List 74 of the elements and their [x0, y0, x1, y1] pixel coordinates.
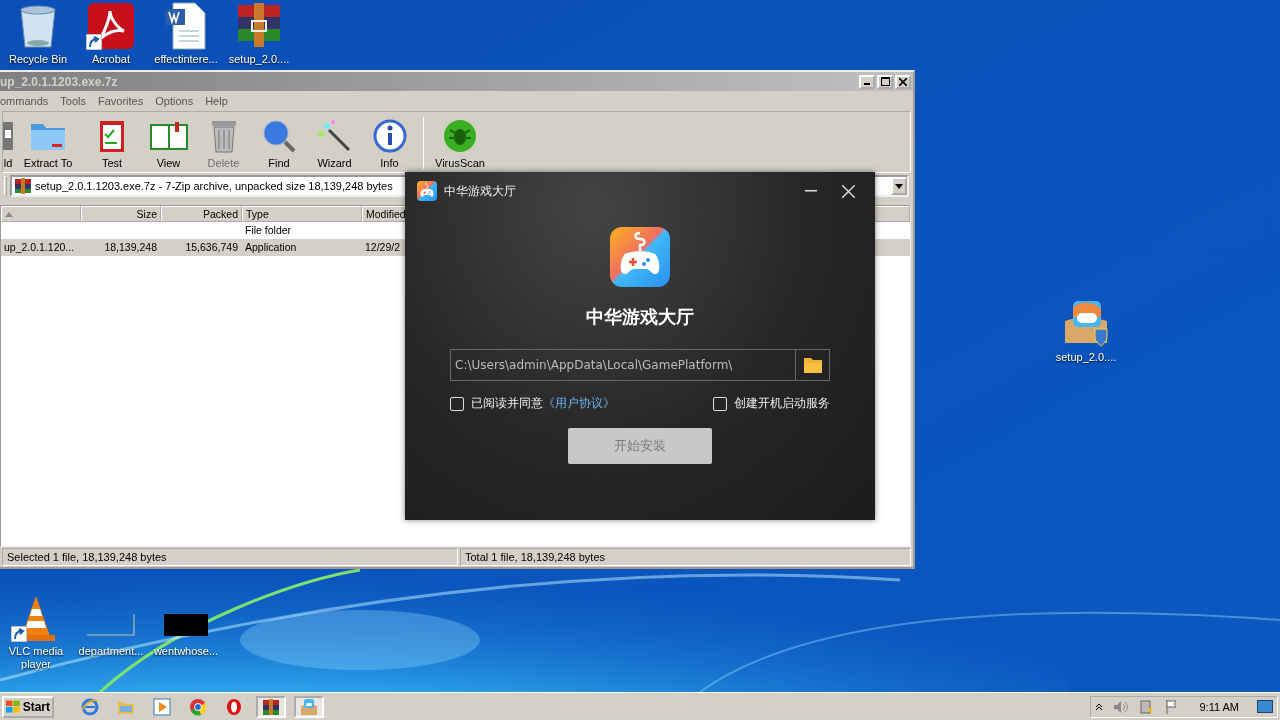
- play-icon: [153, 697, 171, 716]
- maximize-button[interactable]: [877, 74, 893, 89]
- chevron-up-icon: [1095, 702, 1104, 711]
- install-path-field[interactable]: C:\Users\admin\AppData\Local\GamePlatform\: [450, 349, 795, 381]
- column-header[interactable]: Packed: [161, 206, 242, 222]
- chrome-icon: [189, 697, 207, 716]
- menu-item[interactable]: Options: [155, 95, 201, 107]
- toolbar-button[interactable]: VirusScan: [430, 118, 490, 169]
- checkbox[interactable]: [713, 396, 727, 411]
- gamepad-icon: [417, 181, 437, 201]
- sort-arrow-icon: [5, 211, 13, 217]
- maximize-icon: [880, 77, 890, 86]
- desktop-icon-label[interactable]: effectintere...: [154, 53, 218, 66]
- gamepad-logo-icon: [610, 227, 670, 287]
- status-text: Total 1 file, 18,139,248 bytes: [460, 548, 911, 566]
- desktop-icon-label[interactable]: wentwhose...: [153, 645, 219, 658]
- toolbar-button[interactable]: View: [141, 118, 196, 169]
- menu-item[interactable]: Favorites: [98, 95, 151, 107]
- close-icon: [841, 184, 855, 198]
- pdf-icon: [86, 1, 136, 51]
- dialog-title: 中华游戏大厅: [444, 182, 517, 200]
- minimize-icon: [864, 82, 870, 85]
- menu-item[interactable]: Help: [205, 95, 235, 107]
- caret-icon: [895, 183, 903, 189]
- windows-logo-icon: [6, 699, 21, 714]
- menu-item[interactable]: ommands: [0, 95, 56, 107]
- toolbar-button[interactable]: Test: [83, 118, 141, 169]
- table-cell-text: Application: [244, 240, 298, 255]
- network-icon: [1139, 698, 1156, 715]
- app-name: 中华游戏大厅: [586, 305, 694, 329]
- agreement-link[interactable]: 《用户协议》: [543, 396, 615, 410]
- clock: 9:11 AM: [1199, 700, 1239, 713]
- agree-label: 已阅读并同意《用户协议》: [471, 395, 615, 412]
- table-cell-text: 12/29/2: [364, 240, 402, 255]
- opera-icon: [225, 697, 243, 716]
- browser-e-icon: [81, 697, 99, 716]
- autostart-label: 创建开机启动服务: [734, 395, 830, 412]
- folder-icon: [803, 357, 822, 373]
- menu-item[interactable]: Tools: [60, 95, 93, 107]
- archive-icon: [262, 697, 280, 716]
- archive-icon: [15, 178, 31, 194]
- toolbar-button[interactable]: ld: [3, 118, 13, 169]
- minimize-button[interactable]: [859, 74, 875, 89]
- desktop-icon-label[interactable]: Acrobat: [92, 53, 130, 66]
- installer-icon: [300, 697, 318, 716]
- toolbar-button[interactable]: Info: [362, 118, 417, 169]
- window-title: up_2.0.1.1203.exe.7z: [0, 74, 118, 89]
- close-icon: [899, 77, 907, 86]
- taskbar-button[interactable]: [256, 695, 286, 718]
- table-cell-text: 15,636,749: [184, 240, 239, 255]
- browse-button[interactable]: [795, 349, 830, 381]
- column-header[interactable]: Size: [81, 206, 161, 222]
- close-button[interactable]: [895, 74, 911, 89]
- start-button[interactable]: Start: [2, 695, 54, 718]
- checkbox[interactable]: [450, 396, 464, 411]
- desktop-icon-label[interactable]: department...: [78, 645, 144, 658]
- status-text: Selected 1 file, 18,139,248 bytes: [2, 548, 458, 566]
- desktop-icon-label[interactable]: Recycle Bin: [8, 53, 68, 66]
- toolbar-button[interactable]: Wizard: [307, 118, 362, 169]
- dropdown-button[interactable]: [891, 177, 907, 195]
- show-desktop-icon: [1257, 699, 1273, 714]
- table-cell-text: 18,139,248: [103, 240, 158, 255]
- column-header[interactable]: Type: [242, 206, 362, 222]
- table-cell-text: up_2.0.1.120...: [3, 240, 76, 255]
- flag-icon: [1165, 699, 1180, 714]
- speaker-icon: [1113, 699, 1130, 714]
- desktop-icon-label[interactable]: VLC media player: [0, 645, 74, 671]
- toolbar-button[interactable]: Extract To: [13, 118, 83, 169]
- desktop-icon-label[interactable]: setup_2.0....: [228, 53, 290, 66]
- minimize-icon: [805, 190, 817, 192]
- address-text: setup_2.0.1.1203.exe.7z - 7-Zip archive, unpacked size 18,139,248 bytes: [35, 180, 393, 192]
- desktop-icon-label[interactable]: setup_2.0....: [1055, 351, 1117, 364]
- table-cell-text: File folder: [244, 223, 293, 238]
- toolbar-button[interactable]: Find: [251, 118, 307, 169]
